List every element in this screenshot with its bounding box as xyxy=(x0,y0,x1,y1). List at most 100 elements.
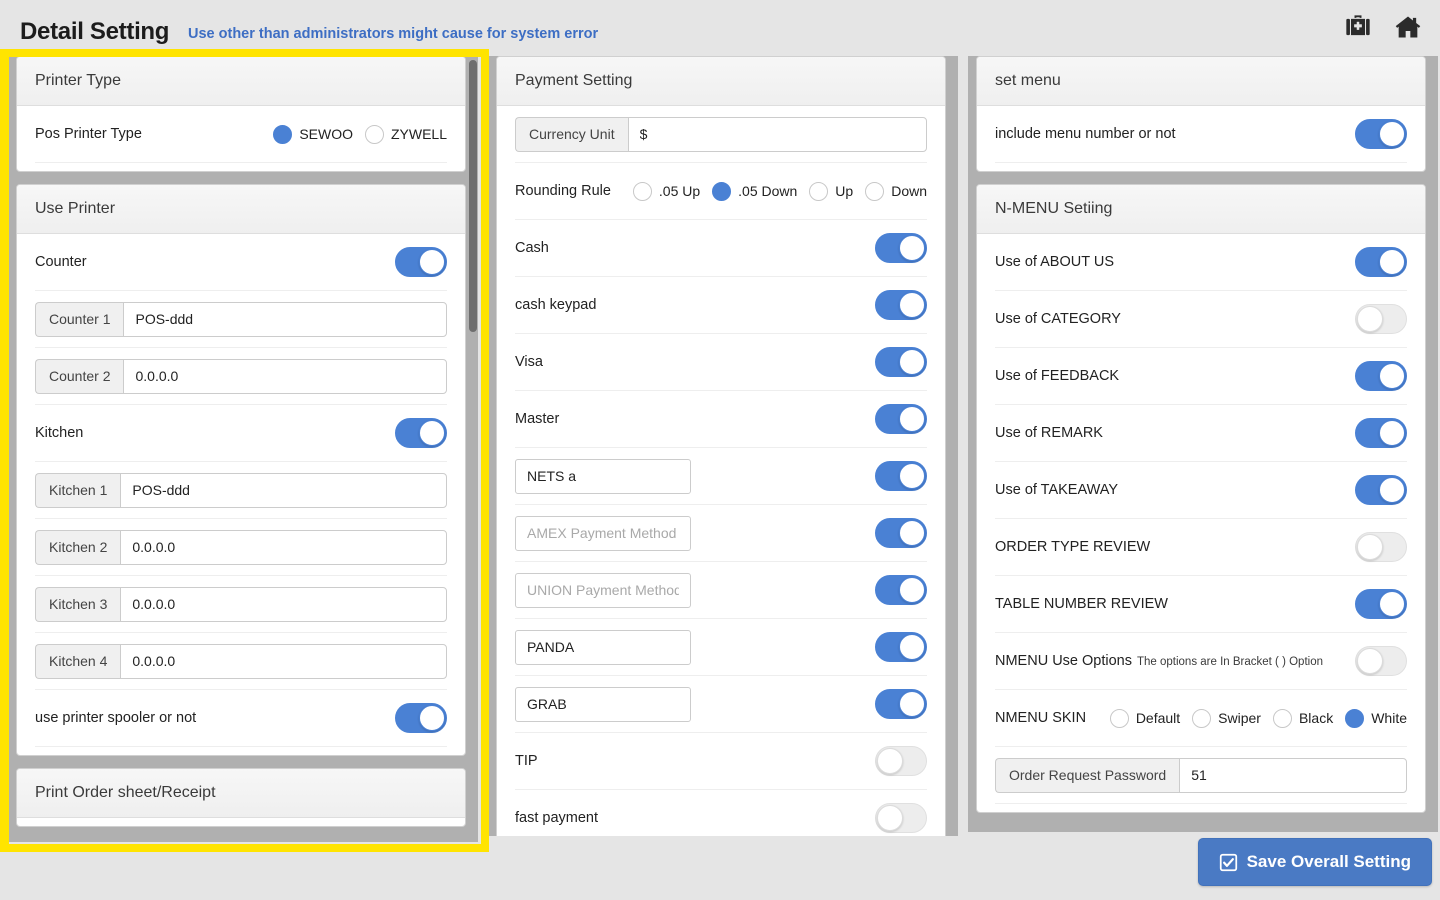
medical-kit-icon[interactable] xyxy=(1344,13,1372,41)
toggle-knob xyxy=(1357,306,1383,332)
row-label: cash keypad xyxy=(515,297,596,313)
save-button-label: Save Overall Setting xyxy=(1247,852,1411,872)
input-currency-unit[interactable] xyxy=(628,117,927,152)
toggle-knob xyxy=(419,249,445,275)
radio-group-rounding-rule-option-up[interactable]: Up xyxy=(809,182,853,201)
radio-dot-zywell[interactable] xyxy=(365,125,384,144)
toggle-fast-payment[interactable] xyxy=(875,803,927,833)
radio-group-pos-printer-type-option-zywell[interactable]: ZYWELL xyxy=(365,125,447,144)
toggle-union-payment-method[interactable] xyxy=(875,575,927,605)
toggle-use-of-takeaway[interactable] xyxy=(1355,475,1407,505)
input-addon-label: Currency Unit xyxy=(515,117,628,152)
row-label: NMENU Use Options xyxy=(995,653,1132,669)
radio-group-nmenu-skin-option-default[interactable]: Default xyxy=(1110,709,1180,728)
input-counter-2[interactable] xyxy=(123,359,447,394)
card-title-printer-type: Printer Type xyxy=(17,57,465,106)
toggle-knob xyxy=(1379,121,1405,147)
row-label: include menu number or not xyxy=(995,126,1176,142)
radio-dot-white[interactable] xyxy=(1345,709,1364,728)
input-union-payment-method[interactable] xyxy=(515,573,691,608)
card-printer-type: Printer TypePos Printer TypeSEWOOZYWELL xyxy=(16,56,466,172)
input-amex-payment-method[interactable] xyxy=(515,516,691,551)
save-overall-setting-button[interactable]: Save Overall Setting xyxy=(1198,838,1432,886)
radio-label-05-down: .05 Down xyxy=(738,183,797,199)
toggle-include-menu-number-or-not[interactable] xyxy=(1355,119,1407,149)
card-n-menu-setiing: N-MENU SetiingUse of ABOUT USUse of CATE… xyxy=(976,184,1426,813)
input-kitchen-3[interactable] xyxy=(120,587,447,622)
toggle-counter[interactable] xyxy=(395,247,447,277)
left-column-scrollbar-thumb[interactable] xyxy=(469,60,477,332)
row-label-wrap: Use of ABOUT US xyxy=(995,254,1114,270)
setting-row-nmenu-use-options: NMENU Use OptionsThe options are In Brac… xyxy=(995,633,1407,690)
toggle-visa[interactable] xyxy=(875,347,927,377)
radio-group-nmenu-skin-option-swiper[interactable]: Swiper xyxy=(1192,709,1261,728)
row-label: Use of FEEDBACK xyxy=(995,368,1119,384)
right-column-scrollbar-track[interactable] xyxy=(1428,56,1438,832)
radio-group-rounding-rule-option-05-down[interactable]: .05 Down xyxy=(712,182,797,201)
radio-group-nmenu-skin-option-black[interactable]: Black xyxy=(1273,709,1333,728)
radio-dot-default[interactable] xyxy=(1110,709,1129,728)
toggle-use-of-about-us[interactable] xyxy=(1355,247,1407,277)
row-label: Use of TAKEAWAY xyxy=(995,482,1118,498)
toggle-knob xyxy=(877,805,903,831)
input-nets-a[interactable] xyxy=(515,459,691,494)
toggle-table-number-review[interactable] xyxy=(1355,589,1407,619)
input-counter-1[interactable] xyxy=(123,302,447,337)
row-label: TIP xyxy=(515,753,538,769)
setting-row-use-of-takeaway: Use of TAKEAWAY xyxy=(995,462,1407,519)
setting-row-include-menu-number-or-not: include menu number or not xyxy=(995,106,1407,163)
row-label: Cash xyxy=(515,240,549,256)
input-kitchen-2[interactable] xyxy=(120,530,447,565)
toggle-use-of-feedback[interactable] xyxy=(1355,361,1407,391)
toggle-nmenu-use-options[interactable] xyxy=(1355,646,1407,676)
row-label-wrap: Counter xyxy=(35,254,87,270)
toggle-use-printer-spooler-or-not[interactable] xyxy=(395,703,447,733)
input-grab[interactable] xyxy=(515,687,691,722)
toggle-cash-keypad[interactable] xyxy=(875,290,927,320)
row-label: Counter xyxy=(35,254,87,270)
radio-dot-05-up[interactable] xyxy=(633,182,652,201)
input-group-counter-2: Counter 2 xyxy=(35,359,447,394)
toggle-use-of-remark[interactable] xyxy=(1355,418,1407,448)
setting-row-use-of-about-us: Use of ABOUT US xyxy=(995,234,1407,291)
toggle-order-type-review[interactable] xyxy=(1355,532,1407,562)
toggle-tip[interactable] xyxy=(875,746,927,776)
radio-dot-sewoo[interactable] xyxy=(273,125,292,144)
input-kitchen-4[interactable] xyxy=(120,644,447,679)
radio-group-rounding-rule-option-05-up[interactable]: .05 Up xyxy=(633,182,700,201)
radio-dot-up[interactable] xyxy=(809,182,828,201)
setting-row-tip: TIP xyxy=(515,733,927,790)
card-use-printer: Use PrinterCounterCounter 1Counter 2Kitc… xyxy=(16,184,466,756)
toggle-use-of-category[interactable] xyxy=(1355,304,1407,334)
middle-column-scrollbar-track[interactable] xyxy=(948,56,958,836)
radio-dot-black[interactable] xyxy=(1273,709,1292,728)
radio-group-nmenu-skin: Default Swiper Black White xyxy=(1110,709,1407,728)
toggle-master[interactable] xyxy=(875,404,927,434)
radio-group-rounding-rule-option-down[interactable]: Down xyxy=(865,182,927,201)
radio-dot-down[interactable] xyxy=(865,182,884,201)
toggle-knob xyxy=(419,705,445,731)
setting-row-kitchen-2: Kitchen 2 xyxy=(35,519,447,576)
input-kitchen-1[interactable] xyxy=(120,473,447,508)
setting-row-cash: Cash xyxy=(515,220,927,277)
radio-group-pos-printer-type-option-sewoo[interactable]: SEWOO xyxy=(273,125,353,144)
toggle-panda[interactable] xyxy=(875,632,927,662)
toggle-knob xyxy=(1379,363,1405,389)
toggle-kitchen[interactable] xyxy=(395,418,447,448)
radio-label-white: White xyxy=(1371,710,1407,726)
toggle-amex-payment-method[interactable] xyxy=(875,518,927,548)
toggle-knob xyxy=(1379,477,1405,503)
radio-group-nmenu-skin-option-white[interactable]: White xyxy=(1345,709,1407,728)
toggle-nets-a[interactable] xyxy=(875,461,927,491)
toggle-knob xyxy=(899,577,925,603)
left-column-scrollbar-track[interactable] xyxy=(468,56,478,842)
radio-dot-swiper[interactable] xyxy=(1192,709,1211,728)
radio-dot-05-down[interactable] xyxy=(712,182,731,201)
input-panda[interactable] xyxy=(515,630,691,665)
toggle-grab[interactable] xyxy=(875,689,927,719)
radio-label-default: Default xyxy=(1136,710,1180,726)
input-order-request-password[interactable] xyxy=(1179,758,1407,793)
input-group-kitchen-2: Kitchen 2 xyxy=(35,530,447,565)
home-icon[interactable] xyxy=(1394,13,1422,41)
toggle-cash[interactable] xyxy=(875,233,927,263)
